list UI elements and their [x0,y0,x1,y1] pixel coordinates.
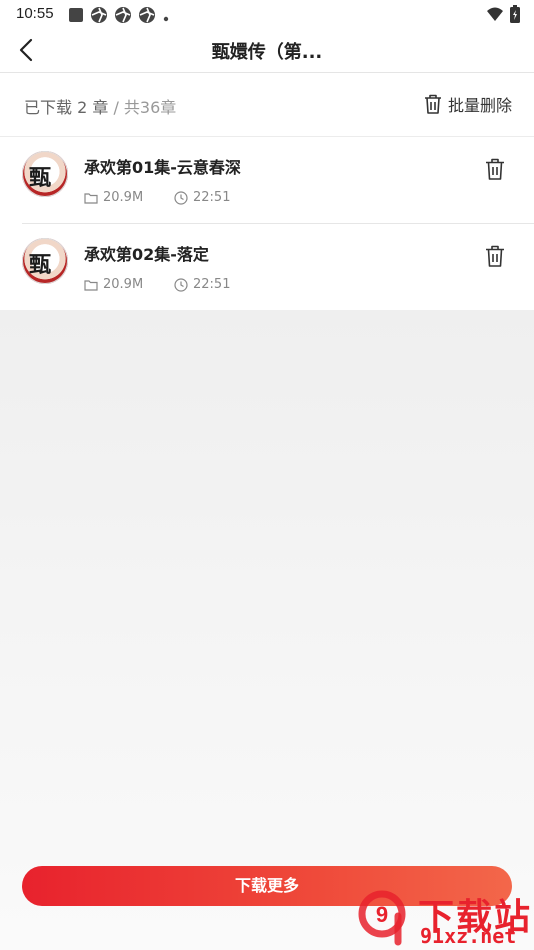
watermark-logo-icon: 9 [358,890,406,946]
delete-button[interactable] [485,158,507,182]
episode-cover-image: 甄 [22,238,68,284]
battery-icon [510,5,520,27]
trash-icon [486,158,504,180]
aperture-icon [114,6,132,28]
total-count: 共36章 [123,98,177,117]
downloaded-episode-list: 甄 承欢第01集-云意春深 20.9M 22:51 甄 承欢第02集-落定 20… [0,137,534,311]
episode-meta: 20.9M 22:51 [84,190,230,205]
notification-icons [68,6,170,28]
page-title: 甄嬛传（第... [211,42,323,63]
delete-button[interactable] [485,245,507,269]
empty-area [0,310,534,950]
watermark-logo-text: 9 [376,902,388,927]
episode-title: 承欢第01集-云意春深 [84,158,241,177]
more-dot-icon [162,8,170,27]
list-item[interactable]: 甄 承欢第01集-云意春深 20.9M 22:51 [22,137,534,224]
download-summary: 已下载 2 章 / 共36章 批量删除 [0,73,534,137]
clock-icon [174,190,188,205]
aperture-icon [90,6,108,28]
episode-meta: 20.9M 22:51 [84,277,230,292]
count-separator: / [108,98,124,117]
trash-icon [424,94,441,114]
file-size: 20.9M [103,277,144,292]
wifi-icon [486,6,504,26]
app-notification-icon [68,7,84,27]
list-item[interactable]: 甄 承欢第02集-落定 20.9M 22:51 [22,224,534,311]
batch-delete-label: 批量删除 [447,96,512,115]
folder-icon [84,192,98,204]
episode-title: 承欢第02集-落定 [84,245,209,264]
status-time: 10:55 [16,5,54,22]
batch-delete-button[interactable]: 批量删除 [424,92,512,116]
duration: 22:51 [193,190,231,205]
file-size: 20.9M [103,190,144,205]
clock-icon [174,277,188,292]
system-icons [486,5,520,27]
folder-icon [84,279,98,291]
trash-icon [486,245,504,267]
aperture-icon [138,6,156,28]
episode-cover-image: 甄 [22,151,68,197]
download-count: 已下载 2 章 / 共36章 [24,94,176,118]
app-header: 甄嬛传（第... [0,28,534,73]
site-watermark: 9 下载站 91xz.net [354,884,532,948]
downloaded-count: 已下载 2 章 [24,98,109,117]
status-bar: 10:55 [0,0,534,28]
watermark-domain: 91xz.net [420,924,517,948]
duration: 22:51 [193,277,231,292]
